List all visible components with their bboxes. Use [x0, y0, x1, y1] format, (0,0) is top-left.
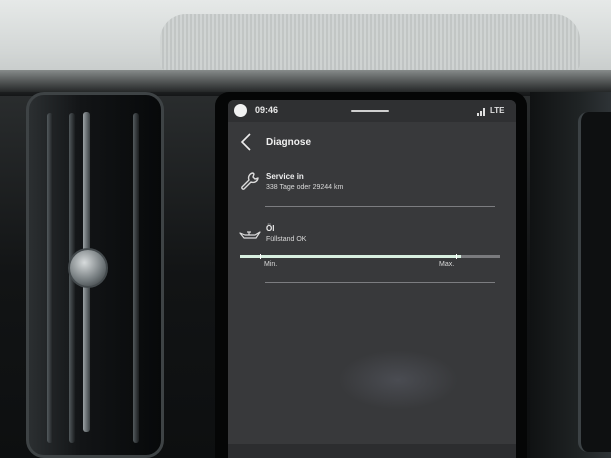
divider — [265, 282, 495, 283]
network-type: LTE — [490, 106, 505, 115]
max-marker — [456, 254, 457, 259]
clock: 09:46 — [255, 105, 279, 115]
speaker-grille — [160, 14, 580, 70]
pull-down-handle[interactable] — [351, 110, 389, 112]
page-title: Diagnose — [266, 137, 312, 148]
oil-title: Öl — [266, 224, 275, 233]
divider — [265, 206, 495, 207]
car-interior-photo: 09:46 LTE Diagnose Service in 338 Tage o… — [0, 0, 611, 458]
oil-level-fill — [240, 255, 461, 258]
right-air-vent — [578, 112, 611, 452]
vent-adjuster-knob — [68, 248, 108, 288]
min-marker — [260, 254, 261, 259]
service-title: Service in — [266, 172, 304, 181]
back-chevron-icon[interactable] — [240, 133, 254, 153]
wrench-icon — [240, 171, 260, 191]
oil-level-bar — [240, 254, 500, 259]
screen-glare — [338, 350, 458, 410]
min-label: Min. — [264, 261, 278, 268]
vent-slat — [47, 113, 53, 443]
vent-slat — [133, 113, 139, 443]
status-bar: 09:46 LTE — [228, 100, 516, 122]
home-button[interactable] — [234, 104, 247, 117]
service-detail: 338 Tage oder 29244 km — [266, 184, 344, 191]
max-label: Max. — [439, 261, 455, 268]
oil-status: Füllstand OK — [266, 236, 307, 243]
oil-can-icon — [238, 228, 262, 242]
bottom-dock — [228, 444, 516, 458]
infotainment-screen: 09:46 LTE Diagnose Service in 338 Tage o… — [228, 100, 516, 458]
signal-strength-icon — [477, 108, 487, 116]
